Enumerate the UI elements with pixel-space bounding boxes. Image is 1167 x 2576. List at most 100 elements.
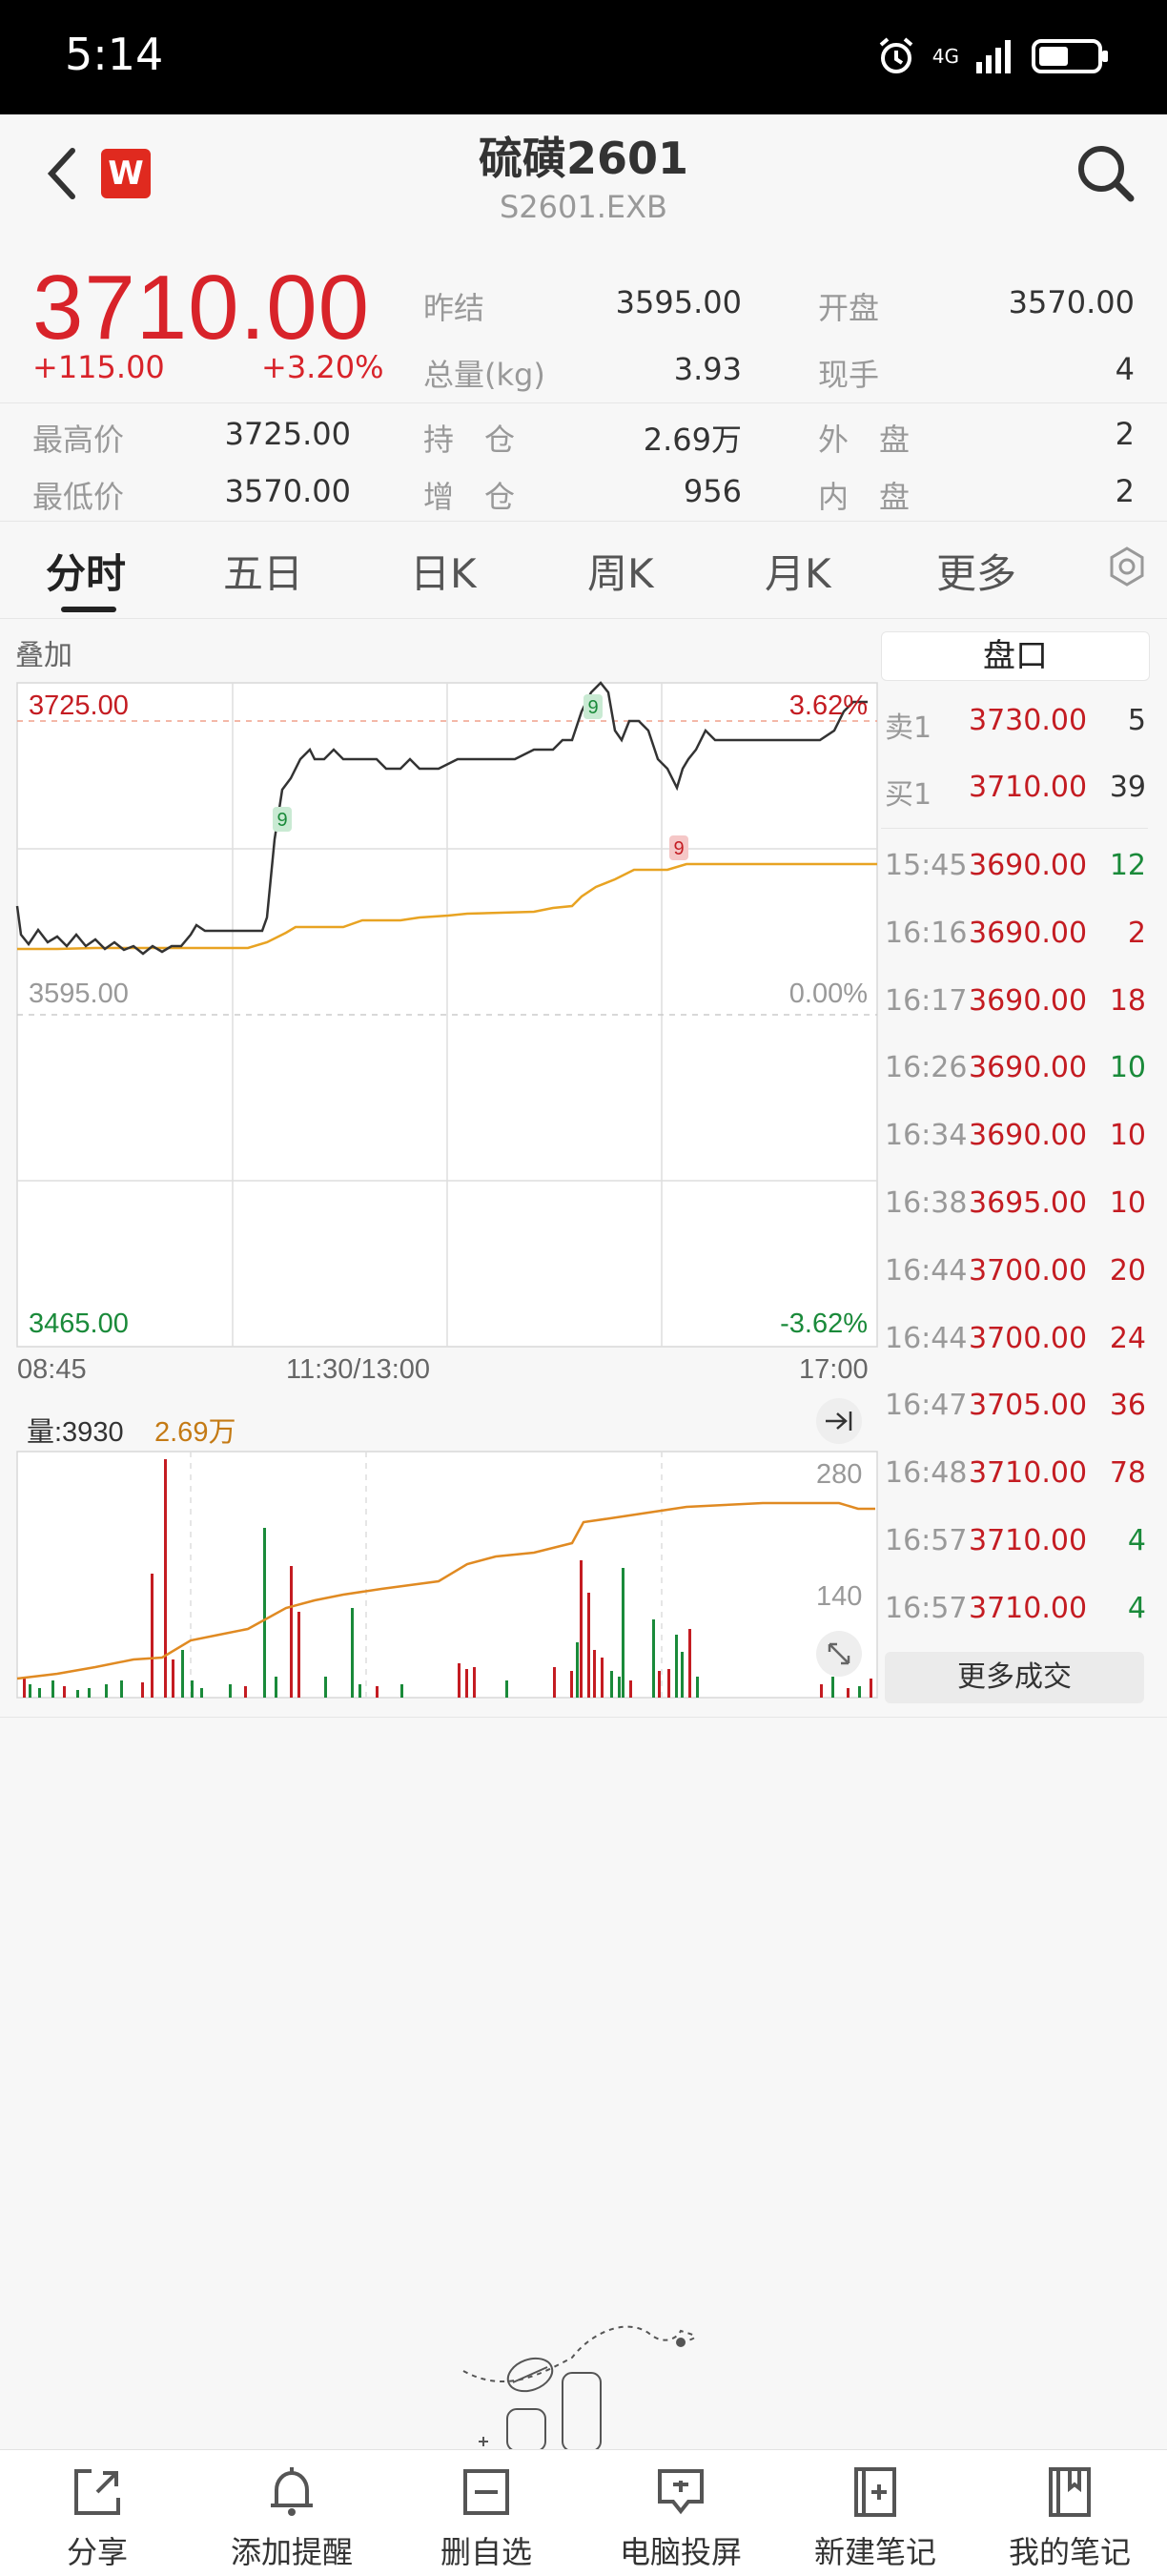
- trade-row: 16:57 3710.00 4: [885, 1592, 1146, 1630]
- trade-time: 16:38: [885, 1186, 968, 1220]
- divider: [0, 618, 1167, 619]
- nav-share[interactable]: 分享: [0, 2450, 194, 2576]
- network-type: 4G: [932, 45, 959, 68]
- divider: [0, 521, 1167, 522]
- marker-label: 9: [587, 697, 598, 718]
- oi-change-label: 增 仓: [423, 479, 516, 515]
- bell-icon: [271, 2467, 313, 2516]
- volume-bar: [358, 1684, 361, 1698]
- trade-price: 3710.00: [969, 1591, 1088, 1625]
- trade-qty: 18: [1109, 983, 1146, 1018]
- volume-bar: [570, 1671, 573, 1698]
- trade-qty: 10: [1109, 1119, 1146, 1153]
- page-title: 硫磺2601: [478, 133, 689, 184]
- pct-top-label: 3.62%: [788, 690, 868, 721]
- oi-change-value: 956: [683, 473, 742, 509]
- trade-row: 16:34 3690.00 10: [885, 1119, 1146, 1157]
- divider: [881, 828, 1148, 829]
- nav-add-alert-label: 添加提醒: [230, 2534, 353, 2570]
- nav-new-note-label: 新建笔记: [813, 2534, 936, 2570]
- volume-bar: [473, 1667, 476, 1698]
- volume-bar: [229, 1684, 232, 1698]
- trade-qty: 12: [1109, 849, 1146, 882]
- search-icon[interactable]: [1075, 143, 1136, 204]
- tab-more[interactable]: 更多: [936, 542, 1016, 600]
- buy-1-qty: 39: [1109, 771, 1146, 804]
- trade-qty: 24: [1109, 1321, 1146, 1355]
- more-trades-button[interactable]: 更多成交: [885, 1652, 1144, 1703]
- volume-bar: [820, 1684, 823, 1698]
- divider: [0, 1717, 1167, 1718]
- active-tab-indicator: [61, 607, 116, 612]
- volume-label: 量:3930: [27, 1417, 124, 1448]
- price-change-pct: +3.20%: [261, 349, 384, 385]
- volume-bar: [38, 1688, 41, 1698]
- nav-add-alert[interactable]: 添加提醒: [194, 2450, 389, 2576]
- volume-bar: [847, 1688, 850, 1698]
- volume-bar: [658, 1671, 661, 1698]
- trade-price: 3700.00: [969, 1321, 1088, 1355]
- volume-bar: [400, 1684, 403, 1698]
- nav-my-notes[interactable]: 我的笔记: [972, 2450, 1167, 2576]
- tab-monthly-k[interactable]: 月K: [765, 542, 831, 600]
- y-mid-label: 3595.00: [29, 979, 129, 1009]
- sell-1-label: 卖1: [885, 711, 932, 745]
- volume-bar: [505, 1680, 508, 1698]
- volume-bar: [263, 1528, 266, 1698]
- marker-up: 9: [669, 835, 688, 860]
- settings-icon[interactable]: [1106, 546, 1148, 587]
- volume-bar: [652, 1619, 655, 1698]
- volume-bar: [593, 1650, 596, 1698]
- volume-bar: [151, 1574, 154, 1698]
- volume-bar: [275, 1677, 277, 1698]
- volume-bar: [667, 1669, 670, 1698]
- jump-to-latest-icon[interactable]: [816, 1398, 862, 1444]
- volume-bar: [297, 1612, 300, 1698]
- pct-bottom-label: -3.62%: [780, 1309, 868, 1339]
- buy-1-label: 买1: [885, 778, 932, 812]
- nav-screen-cast[interactable]: 电脑投屏: [584, 2450, 778, 2576]
- y-top-label: 3725.00: [29, 690, 129, 721]
- nav-new-note[interactable]: 新建笔记: [778, 2450, 972, 2576]
- order-book-tab[interactable]: 盘口: [881, 631, 1150, 681]
- volume-bar: [553, 1667, 556, 1698]
- marker-down: 9: [273, 807, 292, 832]
- trade-price: 3690.00: [969, 983, 1088, 1018]
- high-label: 最高价: [32, 422, 125, 458]
- volume-bar: [244, 1686, 247, 1698]
- trade-time: 16:17: [885, 983, 968, 1018]
- volume-bar: [63, 1686, 66, 1698]
- remove-watchlist-icon: [463, 2469, 509, 2515]
- volume-bar: [172, 1659, 174, 1698]
- notes-illustration: [462, 2325, 696, 2449]
- trade-time: 16:34: [885, 1119, 968, 1153]
- x-label-midday: 11:30/13:00: [286, 1354, 431, 1385]
- high-value: 3725.00: [224, 416, 351, 452]
- volume-bar: [120, 1680, 123, 1698]
- nav-remove-watchlist-label: 删自选: [440, 2534, 532, 2570]
- volume-bar: [681, 1652, 684, 1698]
- last-price: 3710.00: [32, 257, 371, 359]
- marker-peak: 9: [584, 694, 603, 719]
- open-interest-overlay-label: 2.69万: [154, 1417, 236, 1448]
- outer-label: 外 盘: [818, 422, 911, 458]
- buy-1-row: 买1 3710.00 39: [885, 771, 1146, 812]
- volume-bar: [675, 1635, 678, 1698]
- tab-intraday[interactable]: 分时: [46, 542, 126, 600]
- trade-qty: 4: [1127, 1524, 1146, 1557]
- prev-settle-label: 昨结: [423, 290, 485, 326]
- trade-price: 3690.00: [969, 916, 1088, 950]
- expand-icon[interactable]: [816, 1631, 862, 1677]
- nav-remove-watchlist[interactable]: 删自选: [389, 2450, 584, 2576]
- tab-five-day[interactable]: 五日: [223, 542, 303, 600]
- tab-weekly-k[interactable]: 周K: [587, 542, 654, 600]
- volume-bar: [290, 1566, 293, 1698]
- open-value: 3570.00: [1008, 284, 1135, 320]
- tab-daily-k[interactable]: 日K: [410, 542, 477, 600]
- alarm-icon: [879, 37, 913, 73]
- trade-row: 16:16 3690.00 2: [885, 917, 1146, 955]
- trade-qty: 4: [1127, 1591, 1146, 1625]
- volume-tick-280: 280: [816, 1459, 863, 1490]
- trade-time: 16:16: [885, 916, 968, 950]
- trade-qty: 20: [1109, 1253, 1146, 1288]
